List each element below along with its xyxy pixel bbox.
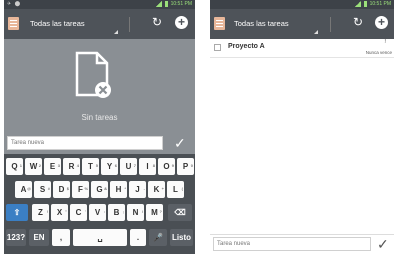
- dropdown-indicator-icon[interactable]: [114, 30, 118, 34]
- key-v[interactable]: V:: [89, 204, 106, 221]
- app-list-icon[interactable]: [8, 17, 19, 30]
- status-right: 10:51 PM: [155, 1, 192, 7]
- empty-document-icon: [75, 51, 111, 98]
- task-checkbox[interactable]: [214, 44, 221, 51]
- status-bar: ✈ ⬤ 10:51 PM: [4, 0, 195, 9]
- key-a[interactable]: A @: [15, 181, 32, 198]
- soft-keyboard: Q 1 W 2 E 3 R 4 T 5 Y 6 U 7 I 8 O 9 P 0 A @ S # D $ F% G & H * J - K + L( ⇧ Z…: [4, 154, 195, 254]
- task-name: Proyecto A: [228, 43, 265, 50]
- key-k[interactable]: K +: [148, 181, 165, 198]
- add-task-icon[interactable]: +: [375, 16, 388, 29]
- divider: [129, 17, 130, 32]
- key-t[interactable]: T5: [82, 158, 99, 175]
- battery-icon: [363, 1, 367, 7]
- key-r[interactable]: R4: [63, 158, 80, 175]
- mic-icon[interactable]: 🎤: [149, 229, 167, 246]
- key-x[interactable]: X ": [51, 204, 68, 221]
- key-m[interactable]: M?: [146, 204, 163, 221]
- new-task-bar: Tarea nueva ✓: [210, 234, 394, 254]
- key-p[interactable]: P0: [177, 158, 194, 175]
- key-l[interactable]: L(: [167, 181, 184, 198]
- confirm-check-icon[interactable]: ✓: [174, 134, 186, 152]
- action-bar: Todas las tareas ↻ +: [4, 9, 195, 39]
- add-task-icon[interactable]: +: [175, 16, 188, 29]
- task-row[interactable]: Proyecto A ! Nunca vence: [210, 39, 394, 58]
- done-key[interactable]: Listo: [170, 229, 193, 246]
- new-task-input[interactable]: Tarea nueva: [7, 136, 163, 150]
- space-key[interactable]: ␣: [73, 229, 127, 246]
- action-bar: Todas las tareas ↻ +: [210, 9, 394, 39]
- key-g[interactable]: G &: [91, 181, 108, 198]
- shift-key[interactable]: ⇧: [6, 204, 28, 221]
- signal-icon: [354, 1, 361, 7]
- key-d[interactable]: D $: [53, 181, 70, 198]
- right-screen: 10:51 PM Todas las tareas ↻ + Proyecto A…: [210, 0, 394, 254]
- priority-icon: !: [384, 39, 386, 45]
- key-z[interactable]: Z!: [32, 204, 49, 221]
- empty-state-text: Sin tareas: [81, 113, 118, 122]
- key-s[interactable]: S #: [34, 181, 51, 198]
- list-title[interactable]: Todas las tareas: [234, 19, 289, 28]
- key-b[interactable]: B;: [108, 204, 125, 221]
- key-q[interactable]: Q1: [6, 158, 23, 175]
- comma-key[interactable]: ,: [52, 229, 70, 246]
- status-right: 10:51 PM: [354, 1, 391, 7]
- list-title[interactable]: Todas las tareas: [30, 19, 85, 28]
- new-task-input[interactable]: Tarea nueva: [213, 237, 371, 251]
- new-task-bar: Tarea nueva ✓: [4, 134, 195, 154]
- key-o[interactable]: O9: [158, 158, 175, 175]
- sync-icon[interactable]: ↻: [152, 15, 162, 29]
- left-screen: ✈ ⬤ 10:51 PM Todas las tareas ↻ + Sin ta…: [4, 0, 195, 254]
- dropdown-indicator-icon[interactable]: [314, 30, 318, 34]
- delete-key[interactable]: ⌫: [168, 204, 192, 221]
- key-e[interactable]: E3: [44, 158, 61, 175]
- key-c[interactable]: C ': [70, 204, 87, 221]
- key-h[interactable]: H *: [110, 181, 127, 198]
- app-list-icon[interactable]: [214, 17, 225, 30]
- task-due: Nunca vence: [365, 50, 392, 55]
- sync-icon[interactable]: ↻: [353, 15, 363, 29]
- status-time: 10:51 PM: [170, 1, 192, 7]
- key-u[interactable]: U7: [120, 158, 137, 175]
- key-i[interactable]: I8: [139, 158, 156, 175]
- battery-icon: [164, 1, 168, 7]
- confirm-check-icon[interactable]: ✓: [377, 235, 389, 253]
- key-f[interactable]: F%: [72, 181, 89, 198]
- status-left-icons: ✈ ⬤: [7, 1, 22, 7]
- key-y[interactable]: Y6: [101, 158, 118, 175]
- signal-icon: [155, 1, 162, 7]
- status-time: 10:51 PM: [369, 1, 391, 7]
- key-w[interactable]: W2: [25, 158, 42, 175]
- status-bar: 10:51 PM: [210, 0, 394, 9]
- key-j[interactable]: J-: [129, 181, 146, 198]
- key-n[interactable]: N /: [127, 204, 144, 221]
- period-key[interactable]: .: [130, 229, 146, 246]
- divider: [330, 17, 331, 32]
- language-key[interactable]: EN: [29, 229, 49, 246]
- symbols-key[interactable]: 123?: [6, 229, 26, 246]
